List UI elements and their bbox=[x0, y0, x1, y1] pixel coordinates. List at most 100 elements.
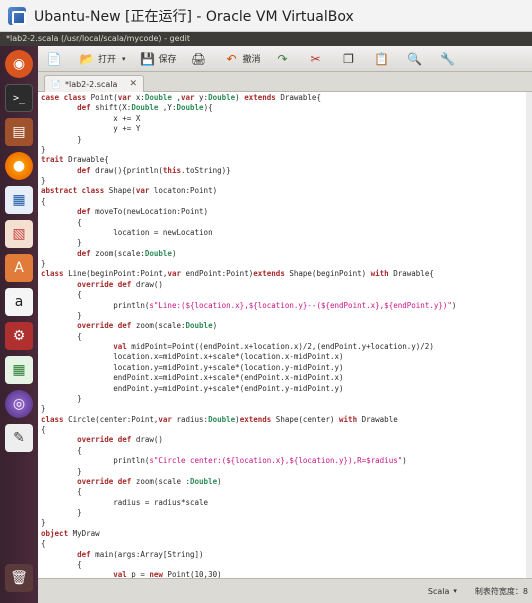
code-line: trait Drawable{ bbox=[41, 155, 109, 165]
close-icon[interactable]: ✕ bbox=[129, 79, 137, 89]
files-icon[interactable]: ▤ bbox=[5, 118, 33, 146]
terminal-icon[interactable]: >_ bbox=[5, 84, 33, 112]
code-line: override def draw() bbox=[77, 435, 163, 445]
tab-width-label: 制表符宽度：8 bbox=[474, 586, 528, 596]
code-line: location.x=midPoint.x+scale*(location.x-… bbox=[41, 352, 344, 362]
document-icon: 📄 bbox=[51, 79, 61, 89]
code-line: } bbox=[41, 393, 82, 403]
code-line: location.y=midPoint.y+scale*(location.y-… bbox=[41, 362, 344, 372]
undo-button[interactable]: ↶ 撤消 bbox=[220, 48, 265, 70]
firefox-icon[interactable]: ● bbox=[5, 152, 33, 180]
amazon-icon[interactable]: a bbox=[5, 288, 33, 316]
software-center-icon[interactable]: A bbox=[5, 254, 33, 282]
workspace-icon[interactable]: ◎ bbox=[5, 390, 33, 418]
code-line: case class Point(var x:Double ,var y:Dou… bbox=[41, 93, 321, 102]
code-line: def shift(X:Double ,Y:Double){ bbox=[77, 103, 213, 113]
chevron-down-icon: ▾ bbox=[453, 587, 457, 595]
new-button[interactable]: 📄 bbox=[42, 48, 69, 70]
impress-icon[interactable]: ▧ bbox=[5, 220, 33, 248]
replace-icon: 🔧 bbox=[440, 51, 456, 66]
redo-icon: ↷ bbox=[277, 51, 288, 66]
code-line: endPoint.x=midPoint.x+scale*(endPoint.x-… bbox=[41, 373, 344, 383]
open-dropdown-icon[interactable]: ▾ bbox=[122, 55, 126, 63]
code-line: location = newLocation bbox=[41, 227, 213, 237]
code-line: { bbox=[41, 445, 82, 455]
copy-icon: ❐ bbox=[343, 51, 354, 66]
replace-button[interactable]: 🔧 bbox=[436, 48, 463, 70]
code-line: override def draw() bbox=[77, 279, 163, 289]
open-folder-icon: 📂 bbox=[79, 51, 95, 66]
print-icon: 🖨 bbox=[190, 51, 207, 66]
code-line: { bbox=[41, 290, 82, 300]
code-line: override def zoom(scale :Double) bbox=[77, 476, 222, 486]
undo-label: 撤消 bbox=[242, 55, 261, 65]
vbox-title-bar: Ubantu-New [正在运行] - Oracle VM VirtualBox bbox=[0, 0, 532, 32]
code-line: class Line(beginPoint:Point,var endPoint… bbox=[41, 269, 434, 279]
undo-icon: ↶ bbox=[226, 51, 237, 66]
code-line: println(s"Circle center:(${location.x},$… bbox=[41, 456, 407, 466]
code-line: radius = radius*scale bbox=[41, 497, 209, 507]
cut-icon: ✂ bbox=[310, 51, 321, 66]
code-line: } bbox=[41, 508, 82, 517]
open-label: 打开 bbox=[98, 55, 117, 65]
paste-button[interactable]: 📋 bbox=[370, 48, 397, 70]
code-line: { bbox=[41, 539, 46, 549]
code-line: def moveTo(newLocation:Point) bbox=[77, 207, 209, 217]
code-line: println(s"Line:(${location.x},${location… bbox=[41, 300, 457, 310]
vbox-window-title: Ubantu-New [正在运行] - Oracle VM VirtualBox bbox=[34, 8, 354, 25]
language-selector[interactable]: Scala ▾ bbox=[428, 587, 457, 596]
code-line: y += Y bbox=[41, 124, 141, 134]
tab-bar: 📄 *lab2-2.scala ✕ bbox=[38, 72, 532, 92]
code-line: { bbox=[41, 196, 46, 206]
new-document-icon: 📄 bbox=[46, 51, 62, 66]
print-button[interactable]: 🖨 bbox=[187, 48, 214, 70]
tab-label: *lab2-2.scala bbox=[64, 79, 118, 89]
trash-icon[interactable]: 🗑 bbox=[5, 564, 33, 592]
code-line: } bbox=[41, 466, 82, 476]
save-button[interactable]: 💾 保存 bbox=[136, 48, 181, 70]
code-line: class Circle(center:Point,var radius:Dou… bbox=[41, 414, 398, 424]
tab-width-selector[interactable]: 制表符宽度：8 bbox=[475, 586, 528, 597]
tab-lab2-2-scala[interactable]: 📄 *lab2-2.scala ✕ bbox=[44, 75, 144, 92]
code-editor[interactable]: case class Point(var x:Double ,var y:Dou… bbox=[38, 92, 532, 578]
language-label: Scala bbox=[427, 586, 450, 596]
settings-icon[interactable]: ⚙ bbox=[5, 322, 33, 350]
find-button[interactable]: 🔍 bbox=[403, 48, 430, 70]
code-line: } bbox=[41, 144, 46, 154]
copy-button[interactable]: ❐ bbox=[337, 48, 364, 70]
code-line: } bbox=[41, 518, 46, 528]
writer-icon[interactable]: ▦ bbox=[5, 186, 33, 214]
code-line: abstract class Shape(var locaton:Point) bbox=[41, 186, 218, 196]
code-line: val p = new Point(10,30) bbox=[113, 570, 222, 578]
code-line: endPoint.y=midPoint.y+scale*(endPoint.y-… bbox=[41, 383, 344, 393]
code-line: } bbox=[41, 238, 82, 248]
paste-icon: 📋 bbox=[374, 51, 390, 66]
code-line: x += X bbox=[41, 113, 141, 123]
open-button[interactable]: 📂 打开 ▾ bbox=[75, 48, 130, 70]
ubuntu-dash-icon[interactable]: ◉ bbox=[5, 50, 33, 78]
calc-icon[interactable]: ▦ bbox=[5, 356, 33, 384]
gedit-title-bar: *lab2-2.scala (/usr/local/scala/mycode) … bbox=[0, 32, 532, 46]
code-text[interactable]: case class Point(var x:Double ,var y:Dou… bbox=[41, 93, 456, 578]
code-line: object MyDraw bbox=[41, 528, 100, 538]
code-line: override def zoom(scale:Double) bbox=[77, 321, 218, 331]
code-line: { bbox=[41, 487, 82, 497]
code-line: def main(args:Array[String]) bbox=[77, 549, 204, 559]
gedit-toolbar: 📄 📂 打开 ▾ 💾 保存 🖨 ↶ 撤消 ↷ ✂ ❐ 📋 🔍 🔧 bbox=[38, 46, 532, 72]
vertical-scrollbar[interactable] bbox=[526, 92, 532, 578]
code-line: val midPoint=Point((endPoint.x+location.… bbox=[113, 342, 434, 351]
text-editor-icon[interactable]: ✎ bbox=[5, 424, 33, 452]
virtualbox-icon bbox=[8, 6, 26, 25]
cut-button[interactable]: ✂ bbox=[304, 48, 331, 70]
search-icon: 🔍 bbox=[407, 51, 423, 66]
code-line: } bbox=[41, 404, 46, 414]
code-line: { bbox=[41, 217, 82, 227]
code-line: { bbox=[41, 425, 46, 434]
status-bar: Scala ▾ 制表符宽度：8 bbox=[38, 578, 532, 603]
save-icon: 💾 bbox=[140, 51, 155, 66]
code-line: def draw(){println(this.toString)} bbox=[77, 165, 231, 175]
redo-button[interactable]: ↷ bbox=[271, 48, 298, 70]
code-line: def zoom(scale:Double) bbox=[77, 248, 177, 258]
code-line: { bbox=[41, 559, 82, 569]
code-line: } bbox=[41, 176, 46, 185]
